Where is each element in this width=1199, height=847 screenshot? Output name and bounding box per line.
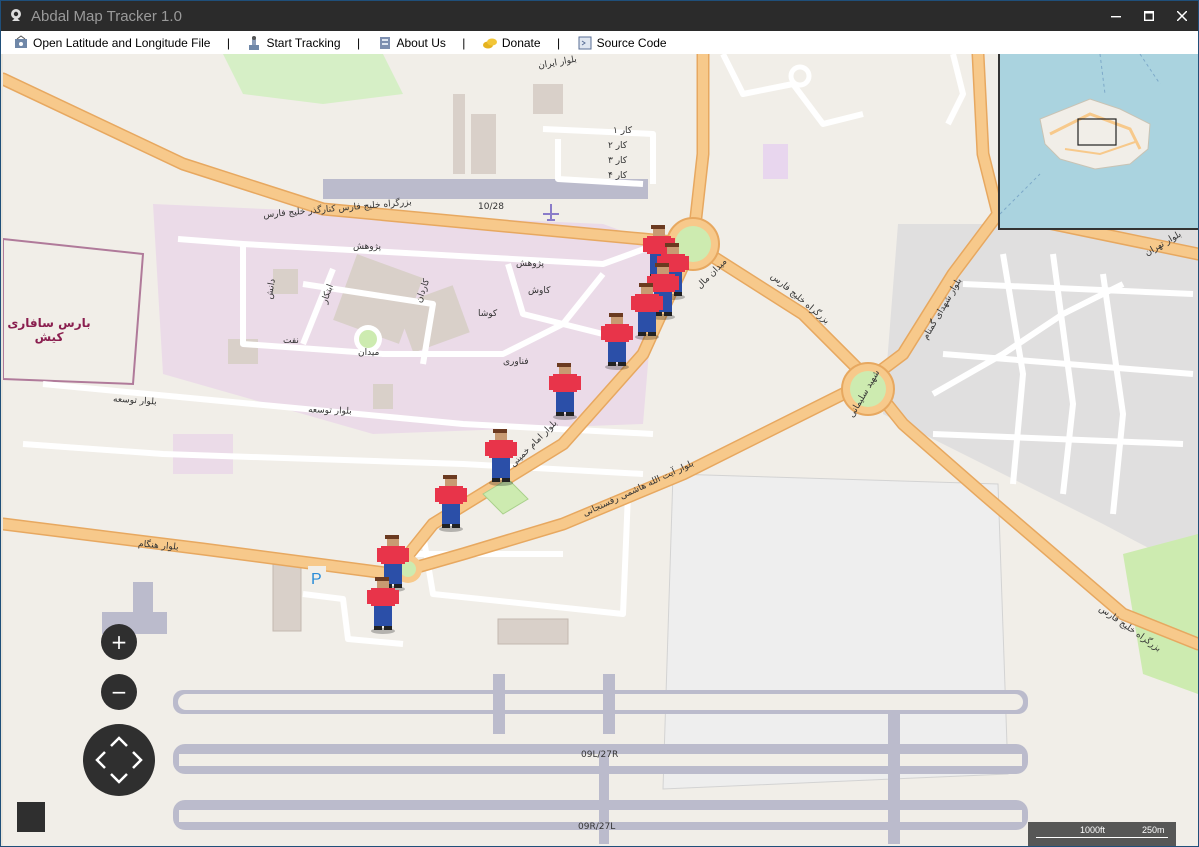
close-icon [1176,11,1187,21]
airport-apron [662,473,1009,790]
place-label-pars-safari: بارس سافاری کیش [7,316,91,344]
road-label: کار ۱ [613,126,633,136]
menu-donate-label: Donate [501,35,541,50]
stop-button[interactable] [17,802,45,832]
zoom-out-label: − [110,680,128,704]
pan-left-icon[interactable] [95,751,106,769]
road-label: 09R/27L [578,822,616,832]
menu-separator: | [462,35,466,50]
menu-separator: | [356,35,361,50]
tracking-marker[interactable] [483,428,519,486]
menu-start-tracking[interactable]: Start Tracking [242,31,344,54]
menu-open-file[interactable]: Open Latitude and Longitude File [9,31,214,54]
menu-about-us-label: About Us [396,35,446,50]
pan-control[interactable] [83,724,155,796]
road-label: کوشا [478,309,498,319]
scale-metric: 250m [1142,825,1165,835]
source-code-icon [578,36,592,49]
pan-up-icon[interactable] [110,736,128,747]
maximize-button[interactable] [1132,1,1165,31]
road-label: فناوری [503,357,529,367]
road-label: کار ۴ [608,171,628,181]
tracking-marker[interactable] [547,362,583,420]
tracking-icon [249,35,260,50]
pan-right-icon[interactable] [132,751,143,769]
menu-donate[interactable]: Donate [478,31,545,54]
menu-source-code-label: Source Code [596,35,667,50]
road-label: کاوش [528,286,551,296]
scale-bar: 1000ft 250m [1028,822,1176,846]
app-window: Abdal Map Tracker 1.0 Open Latitude and … [0,0,1199,847]
zoom-out-button[interactable]: − [101,674,137,710]
road-label: پژوهش [353,242,382,252]
menu-source-code[interactable]: Source Code [573,31,671,54]
menu-separator: | [226,35,231,50]
map-view[interactable]: P بارس سافاری کیش بزرگراه خلیج فارس کنار… [3,54,1198,846]
road-label: 09L/27R [581,750,619,760]
coins-icon [482,38,497,48]
road-label: کار ۲ [608,141,628,151]
about-icon [379,36,390,49]
road-label: کار ۳ [608,156,628,166]
app-logo-icon [7,7,25,25]
zoom-in-button[interactable]: + [101,624,137,660]
scale-imperial: 1000ft [1080,825,1106,835]
minimize-button[interactable] [1099,1,1132,31]
menu-separator: | [557,35,561,50]
road-label: میدان [358,348,380,358]
menu-open-file-label: Open Latitude and Longitude File [33,35,211,50]
safari-park-boundary [3,237,145,386]
maximize-icon [1143,11,1154,21]
zoom-in-label: + [110,630,128,654]
road-label: 10/28 [478,202,504,212]
tracking-marker[interactable] [599,312,635,370]
open-file-icon [15,34,27,48]
menu-bar: Open Latitude and Longitude File | Start… [1,31,1198,54]
road-label: پژوهش [516,259,545,269]
minimize-icon [1110,16,1121,18]
menu-start-tracking-label: Start Tracking [266,35,341,50]
overview-minimap[interactable] [998,54,1198,230]
menu-about-us[interactable]: About Us [373,31,450,54]
close-button[interactable] [1165,1,1198,31]
title-bar[interactable]: Abdal Map Tracker 1.0 [1,1,1198,31]
tracking-marker[interactable] [433,474,469,532]
tracking-marker[interactable] [365,576,401,634]
road-label: نفت [283,336,299,346]
parking-icon: P [311,571,322,588]
overview-island-map [1000,54,1198,228]
window-controls [1099,1,1198,31]
road-label: بلوار توسعه [307,405,352,417]
pan-down-icon[interactable] [110,773,128,784]
window-title: Abdal Map Tracker 1.0 [31,7,182,25]
